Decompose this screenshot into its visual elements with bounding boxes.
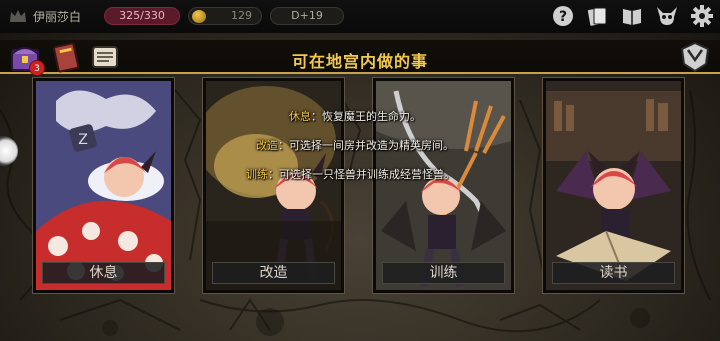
train-keyword: 训练: [246, 168, 268, 181]
svg-text:Z: Z: [78, 132, 88, 148]
help-icon[interactable]: ?: [552, 5, 574, 27]
train-description: 训练：可选择一只怪兽并训练成经营怪兽。: [246, 166, 455, 182]
rest-card[interactable]: Z 休息: [32, 77, 175, 294]
scroll-icon[interactable]: [88, 40, 122, 74]
read-card[interactable]: 读书: [542, 77, 685, 294]
coin-icon: [192, 10, 206, 23]
emblem-icon[interactable]: [678, 40, 712, 74]
rest-description: 休息：恢复魔王的生命力。: [289, 108, 421, 124]
rest-text: ：恢复魔王的生命力。: [311, 110, 421, 123]
rest-card-label: 休息: [42, 262, 165, 284]
gold-counter: 129: [188, 7, 262, 25]
day-counter: D+19: [270, 7, 344, 25]
read-card-label: 读书: [552, 262, 675, 284]
remodel-keyword: 改造: [256, 139, 278, 152]
gold-value: 129: [231, 9, 252, 22]
reading-demon-girl-art: [546, 81, 681, 290]
book-icon[interactable]: [621, 5, 643, 27]
sleeping-demon-girl-art: Z: [36, 81, 171, 290]
crown-icon: [10, 10, 26, 22]
remodel-text: ：可选择一间房并改造为精英房间。: [278, 139, 454, 152]
hp-counter: 325/330: [104, 7, 180, 25]
chest-count-badge: 3: [29, 60, 45, 76]
cards-icon[interactable]: [586, 5, 608, 27]
svg-text:?: ?: [559, 9, 567, 25]
spellbook-icon[interactable]: [50, 40, 84, 74]
settings-gear-icon[interactable]: [691, 5, 713, 27]
train-card-label: 训练: [382, 262, 505, 284]
player-name: 伊丽莎白: [33, 10, 82, 24]
train-text: ：可选择一只怪兽并训练成经营怪兽。: [268, 168, 455, 181]
remodel-description: 改造：可选择一间房并改造为精英房间。: [256, 137, 454, 153]
remodel-card-label: 改造: [212, 262, 335, 284]
demon-skull-icon[interactable]: [656, 5, 678, 27]
rest-keyword: 休息: [289, 110, 311, 123]
top-status-bar: 伊丽莎白 325/330 129 D+19 ?: [0, 0, 720, 33]
